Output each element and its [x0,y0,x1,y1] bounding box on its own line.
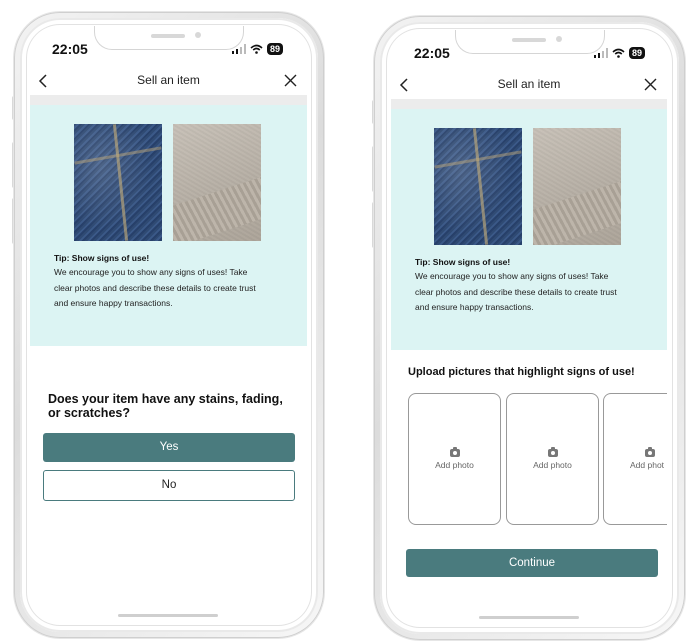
tip-title: Tip: Show signs of use! [54,253,150,263]
tip-body: We encourage you to show any signs of us… [415,269,665,316]
tip-title: Tip: Show signs of use! [415,257,511,267]
home-indicator [118,614,218,617]
stain-question: Does your item have any stains, fading, … [48,392,293,420]
page-title: Sell an item [137,73,200,87]
nav-bar: Sell an item [391,72,667,96]
tip-line: We encourage you to show any signs of us… [54,267,248,277]
tip-line: and ensure happy transactions. [415,302,534,312]
home-indicator [479,616,579,619]
speaker-grille [151,34,185,38]
status-icons: 89 [594,47,646,59]
wifi-icon [612,48,625,58]
speaker-grille [512,38,546,42]
camera-icon [547,447,558,457]
tip-line: and ensure happy transactions. [54,298,173,308]
close-icon [284,74,297,87]
tip-panel: Tip: Show signs of use! We encourage you… [391,109,667,350]
tip-body: We encourage you to show any signs of us… [54,265,304,312]
header-divider [30,95,307,105]
example-photo-jeans [74,124,162,241]
battery-indicator: 89 [629,47,646,59]
continue-button[interactable]: Continue [406,549,658,577]
front-camera [195,32,201,38]
close-button[interactable] [284,68,297,92]
question-line: Does your item have any stains, fading, [48,392,283,406]
status-time: 22:05 [52,41,88,57]
example-photo-sweater [173,124,261,241]
camera-icon [449,447,460,457]
signal-icon [232,44,246,54]
no-button[interactable]: No [43,470,295,501]
question-line: or scratches? [48,406,130,420]
front-camera [556,36,562,42]
add-photo-slot[interactable]: Add phot [603,393,667,525]
status-icons: 89 [232,43,284,55]
add-photo-label: Add photo [435,460,474,470]
example-photo-sweater [533,128,621,245]
close-icon [644,78,657,91]
tip-line: clear photos and describe these details … [54,282,256,293]
add-photo-slot[interactable]: Add photo [506,393,599,525]
nav-bar: Sell an item [30,68,307,92]
add-photo-label: Add photo [533,460,572,470]
header-divider [391,99,667,109]
screen-right: 22:05 89 Sell an item Tip: Show signs of… [391,30,667,626]
tip-panel: Tip: Show signs of use! We encourage you… [30,105,307,346]
tip-line: clear photos and describe these details … [415,286,617,297]
yes-button[interactable]: Yes [43,433,295,462]
add-photo-label: Add phot [630,460,665,470]
close-button[interactable] [644,72,657,96]
add-photo-slot[interactable]: Add photo [408,393,501,525]
signal-icon [594,48,608,58]
upload-title: Upload pictures that highlight signs of … [408,366,635,378]
page-title: Sell an item [497,77,561,91]
tip-line: We encourage you to show any signs of us… [415,271,609,281]
wifi-icon [250,44,263,54]
example-photo-jeans [434,128,522,245]
camera-icon [644,447,655,457]
notch [455,30,605,54]
battery-indicator: 89 [267,43,284,55]
status-time: 22:05 [414,45,450,61]
notch [94,26,244,50]
screen-left: 22:05 89 Sell an item Tip: Show signs of… [30,26,307,624]
